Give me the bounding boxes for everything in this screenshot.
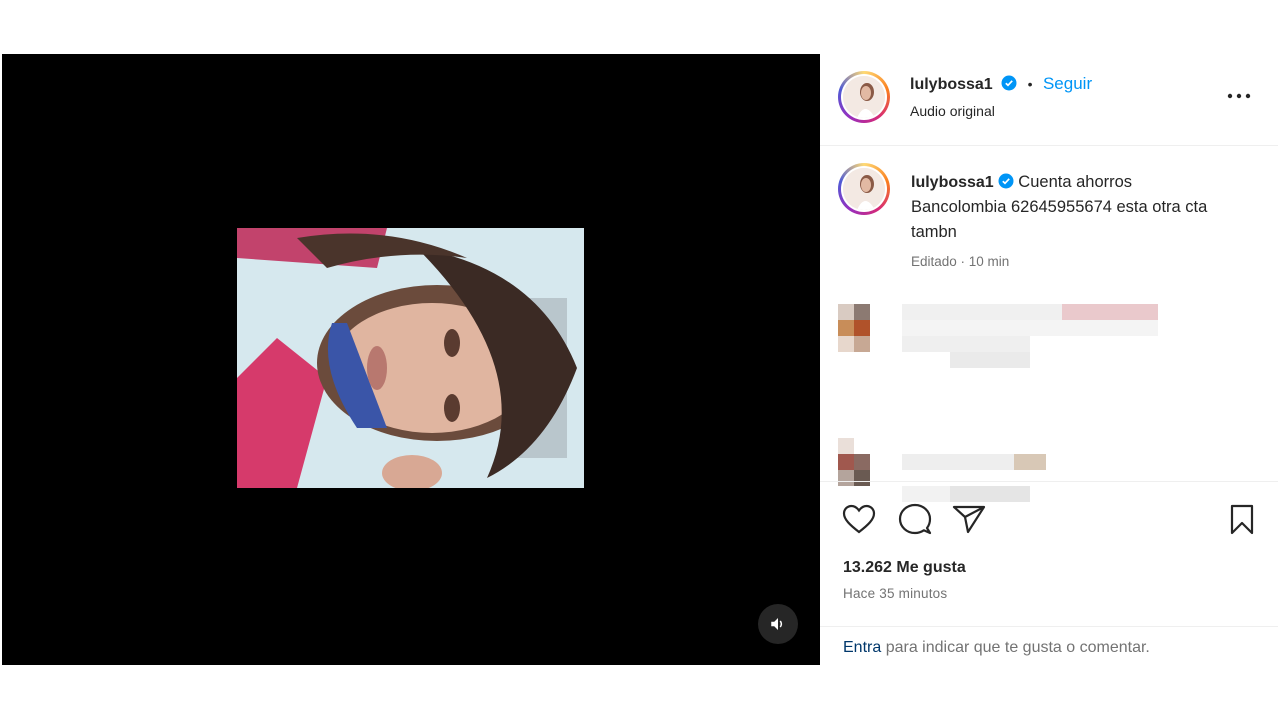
- audio-link[interactable]: Audio original: [910, 103, 995, 119]
- share-button[interactable]: [952, 504, 986, 539]
- post-side-panel: lulybossa1 • Seguir Audio original lulyb…: [820, 54, 1278, 665]
- caption-avatar[interactable]: [838, 163, 890, 215]
- blurred-comment: [838, 304, 1168, 374]
- post-timestamp[interactable]: Hace 35 minutos: [843, 586, 947, 601]
- login-prompt-text: para indicar que te gusta o comentar.: [881, 639, 1150, 656]
- avatar-image: [843, 76, 885, 118]
- login-prompt: Entra para indicar que te gusta o coment…: [820, 626, 1278, 667]
- video-frame[interactable]: [237, 228, 584, 488]
- verified-badge-icon: [1001, 75, 1017, 91]
- send-icon: [952, 505, 986, 534]
- likes-count[interactable]: 13.262 Me gusta: [843, 559, 966, 577]
- avatar-image: [843, 168, 885, 210]
- separator-dot: •: [1027, 76, 1033, 92]
- instagram-post: lulybossa1 • Seguir Audio original lulyb…: [2, 54, 1278, 665]
- save-button[interactable]: [1228, 504, 1256, 541]
- caption-username[interactable]: lulybossa1: [911, 174, 994, 191]
- comment-button[interactable]: [898, 503, 932, 540]
- mute-button[interactable]: [758, 604, 798, 644]
- verified-badge-icon: [998, 173, 1014, 189]
- post-username[interactable]: lulybossa1: [910, 76, 993, 93]
- like-button[interactable]: [842, 504, 876, 539]
- comments-area: lulybossa1 Cuenta ahorros Bancolombia 62…: [820, 146, 1278, 502]
- avatar[interactable]: [838, 71, 890, 123]
- video-player[interactable]: [2, 54, 820, 665]
- follow-button[interactable]: Seguir: [1043, 74, 1092, 93]
- heart-icon: [842, 504, 876, 534]
- caption: lulybossa1 Cuenta ahorros Bancolombia 62…: [911, 170, 1231, 245]
- bookmark-icon: [1230, 504, 1254, 535]
- post-actions: 13.262 Me gusta Hace 35 minutos Entra pa…: [820, 481, 1278, 666]
- post-header: lulybossa1 • Seguir Audio original: [820, 54, 1278, 146]
- caption-meta: Editado · 10 min: [911, 254, 1010, 269]
- comment-icon: [898, 503, 932, 535]
- more-options-icon: [1227, 93, 1251, 99]
- more-options-button[interactable]: [1224, 84, 1254, 108]
- volume-icon: [771, 618, 783, 630]
- login-link[interactable]: Entra: [843, 639, 881, 656]
- video-thumbnail: [237, 228, 584, 488]
